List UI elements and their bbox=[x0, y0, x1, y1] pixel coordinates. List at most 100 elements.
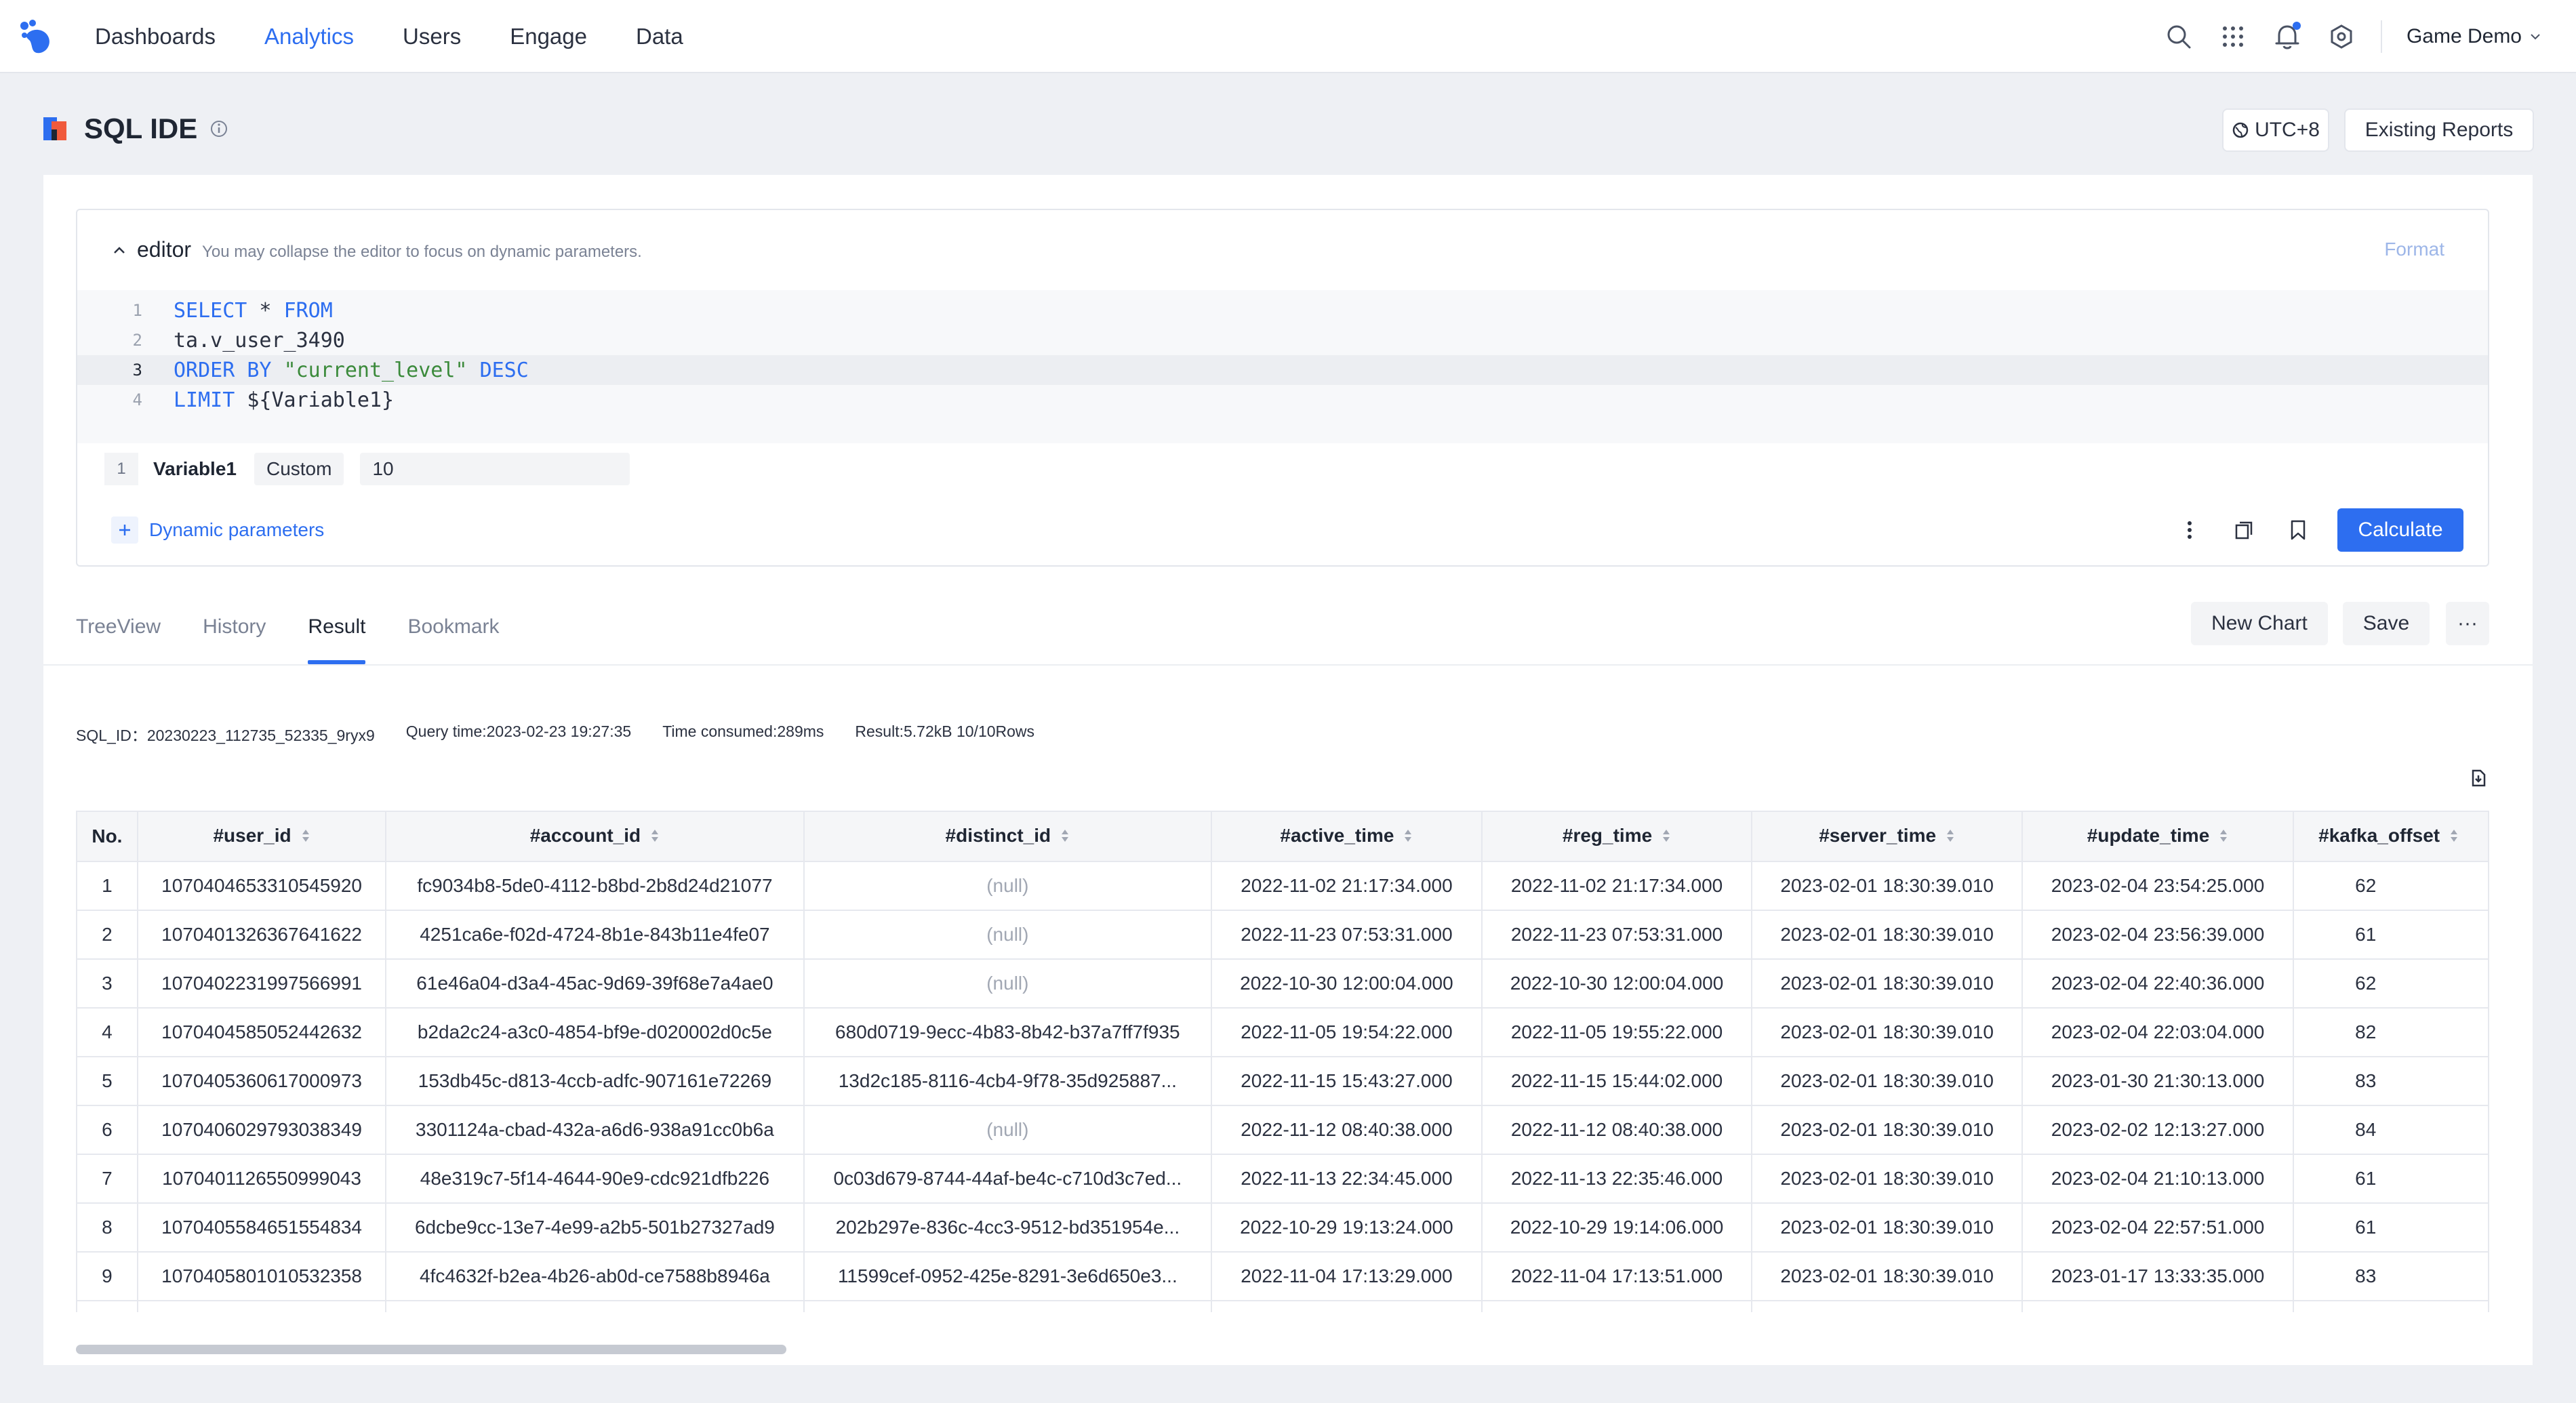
nav-item-data[interactable]: Data bbox=[636, 24, 683, 49]
column-header[interactable]: #distinct_id bbox=[803, 811, 1213, 862]
tab-treeview[interactable]: TreeView bbox=[76, 605, 161, 664]
table-cell: 83 bbox=[2293, 1056, 2489, 1106]
sort-icon[interactable] bbox=[1060, 826, 1070, 848]
sql-code-editor[interactable]: 1 SELECT * FROM 2 ta.v_user_3490 3 ORDER… bbox=[77, 290, 2488, 443]
table-cell: 2023-01-17 13:33:35.000 bbox=[2021, 1251, 2295, 1301]
calculate-button[interactable]: Calculate bbox=[2337, 508, 2463, 552]
nav-right: Game Demo bbox=[2139, 0, 2542, 73]
tab-result[interactable]: Result bbox=[308, 605, 366, 664]
tab-bookmark[interactable]: Bookmark bbox=[407, 605, 499, 664]
table-header-row: No. #user_id #account_id #distinct_id #activ… bbox=[76, 811, 2489, 862]
project-switcher[interactable]: Game Demo bbox=[2407, 25, 2542, 48]
table-cell: 1070401326367641622 bbox=[136, 910, 387, 960]
bookmark-icon[interactable] bbox=[2283, 515, 2313, 545]
column-header[interactable]: #update_time bbox=[2021, 811, 2295, 862]
export-icon[interactable] bbox=[2469, 769, 2488, 791]
table-cell: 2 bbox=[76, 910, 138, 960]
column-header[interactable]: #server_time bbox=[1751, 811, 2023, 862]
sort-icon[interactable] bbox=[2219, 826, 2228, 848]
sort-icon[interactable] bbox=[1662, 826, 1671, 848]
table-row[interactable]: 5 1070405360617000973 153db45c-d813-4ccb-a… bbox=[76, 1056, 2489, 1106]
nav-item-users[interactable]: Users bbox=[403, 24, 461, 49]
table-row[interactable]: 7 1070401126550999043 48e319c7-5f14-4644-9… bbox=[76, 1154, 2489, 1204]
line-number: 1 bbox=[132, 301, 142, 320]
table-cell: 7 bbox=[76, 1154, 138, 1204]
timezone-button[interactable]: UTC+8 bbox=[2222, 108, 2329, 152]
table-cell: 2022-11-15 15:43:27.000 bbox=[1211, 1056, 1483, 1106]
chevron-up-icon[interactable] bbox=[111, 242, 127, 258]
nav-item-analytics[interactable]: Analytics bbox=[264, 24, 354, 49]
editor-actions: Calculate bbox=[2175, 508, 2463, 552]
variable-type-select[interactable]: Custom bbox=[254, 453, 344, 485]
existing-reports-button[interactable]: Existing Reports bbox=[2344, 108, 2534, 152]
column-header[interactable]: #kafka_offset bbox=[2293, 811, 2489, 862]
table-cell: 2022-11-12 10:40:45.000 bbox=[1211, 1300, 1483, 1312]
table-cell: 61 bbox=[2293, 910, 2489, 960]
column-header-label: #kafka_offset bbox=[2318, 825, 2440, 847]
notification-dot bbox=[2292, 22, 2301, 30]
table-cell: 2023-02-01 18:30:39.010 bbox=[1751, 1202, 2023, 1253]
apps-grid-icon[interactable] bbox=[2218, 22, 2248, 52]
editor-panel: editor You may collapse the editor to fo… bbox=[76, 209, 2489, 567]
table-cell: 1070406029793038349 bbox=[136, 1105, 387, 1155]
nav-item-engage[interactable]: Engage bbox=[510, 24, 587, 49]
info-icon[interactable] bbox=[209, 119, 228, 138]
main-nav: Dashboards Analytics Users Engage Data bbox=[95, 0, 732, 73]
variable-value-input[interactable]: 10 bbox=[360, 453, 630, 485]
horizontal-scrollbar[interactable] bbox=[76, 1345, 786, 1354]
nav-divider bbox=[2380, 20, 2382, 53]
table-row[interactable]: 2 1070401326367641622 4251ca6e-f02d-4724-8… bbox=[76, 910, 2489, 960]
nav-item-dashboards[interactable]: Dashboards bbox=[95, 24, 216, 49]
table-cell: 2023-02-01 18:30:39.010 bbox=[1751, 1154, 2023, 1204]
column-header[interactable]: #user_id bbox=[136, 811, 387, 862]
table-cell: 6 bbox=[76, 1105, 138, 1155]
timezone-label: UTC+8 bbox=[2255, 119, 2320, 141]
sort-icon[interactable] bbox=[1946, 826, 1955, 848]
code-text: ta.v_user_3490 bbox=[174, 328, 345, 352]
sort-icon[interactable] bbox=[1403, 826, 1413, 848]
column-header[interactable]: No. bbox=[76, 811, 138, 862]
code-line-current: 3 ORDER BY "current_level" DESC bbox=[77, 355, 2488, 385]
more-vertical-icon[interactable] bbox=[2175, 515, 2205, 545]
code-text: LIMIT ${Variable1} bbox=[174, 388, 395, 412]
table-cell: 82 bbox=[2293, 1007, 2489, 1057]
table-row[interactable]: 6 1070406029793038349 3301124a-cbad-432a-a… bbox=[76, 1105, 2489, 1155]
column-header-label: #distinct_id bbox=[945, 825, 1051, 847]
table-cell: 680d0719-9ecc-4b83-8b42-b37a7ff7f935 bbox=[803, 1007, 1213, 1057]
column-header[interactable]: #active_time bbox=[1211, 811, 1483, 862]
sort-icon[interactable] bbox=[2449, 826, 2459, 848]
table-cell: 2023-02-02 12:13:27.000 bbox=[2021, 1105, 2295, 1155]
table-row[interactable]: 3 1070402231997566991 61e46a04-d3a4-45ac-9… bbox=[76, 958, 2489, 1009]
bell-icon[interactable] bbox=[2272, 22, 2302, 52]
format-button[interactable]: Format bbox=[2384, 239, 2444, 260]
settings-icon[interactable] bbox=[2327, 22, 2356, 52]
tab-history[interactable]: History bbox=[203, 605, 266, 664]
table-row[interactable]: 4 1070404585052442632 b2da2c24-a3c0-4854-b… bbox=[76, 1007, 2489, 1057]
table-row[interactable]: 101070405294846119965b159f6e1-3e92-439d-… bbox=[76, 1300, 2489, 1312]
table-cell: 8 bbox=[76, 1202, 138, 1253]
result-table-container[interactable]: No. #user_id #account_id #distinct_id #activ… bbox=[76, 811, 2489, 1312]
globe-icon bbox=[2232, 122, 2249, 138]
table-cell: 2023-01-30 21:30:13.000 bbox=[2021, 1056, 2295, 1106]
table-row[interactable]: 8 1070405584651554834 6dcbe9cc-13e7-4e99-a… bbox=[76, 1202, 2489, 1253]
table-cell: 1070404585052442632 bbox=[136, 1007, 387, 1057]
more-options-button[interactable]: ··· bbox=[2446, 602, 2489, 645]
table-cell: 83 bbox=[2293, 1251, 2489, 1301]
table-cell: 2022-10-30 12:00:04.000 bbox=[1481, 958, 1753, 1009]
sort-icon[interactable] bbox=[301, 826, 310, 848]
search-icon[interactable] bbox=[2164, 22, 2194, 52]
column-header[interactable]: #reg_time bbox=[1481, 811, 1753, 862]
table-row[interactable]: 9 1070405801010532358 4fc4632f-b2ea-4b26-a… bbox=[76, 1251, 2489, 1301]
save-button[interactable]: Save bbox=[2343, 602, 2430, 645]
sort-icon[interactable] bbox=[650, 826, 660, 848]
table-cell: (null) bbox=[803, 1300, 1213, 1312]
dynamic-parameters-button[interactable]: Dynamic parameters bbox=[111, 516, 324, 544]
copy-icon[interactable] bbox=[2229, 515, 2259, 545]
column-header-label: #server_time bbox=[1819, 825, 1937, 847]
app-logo-icon[interactable] bbox=[18, 18, 58, 58]
new-chart-button[interactable]: New Chart bbox=[2191, 602, 2328, 645]
table-row[interactable]: 1 1070404653310545920 fc9034b8-5de0-4112-b… bbox=[76, 861, 2489, 911]
table-cell: 2023-02-01 18:30:39.010 bbox=[1751, 1056, 2023, 1106]
query-time: Query time:2023-02-23 19:27:35 bbox=[405, 723, 632, 740]
column-header[interactable]: #account_id bbox=[385, 811, 805, 862]
